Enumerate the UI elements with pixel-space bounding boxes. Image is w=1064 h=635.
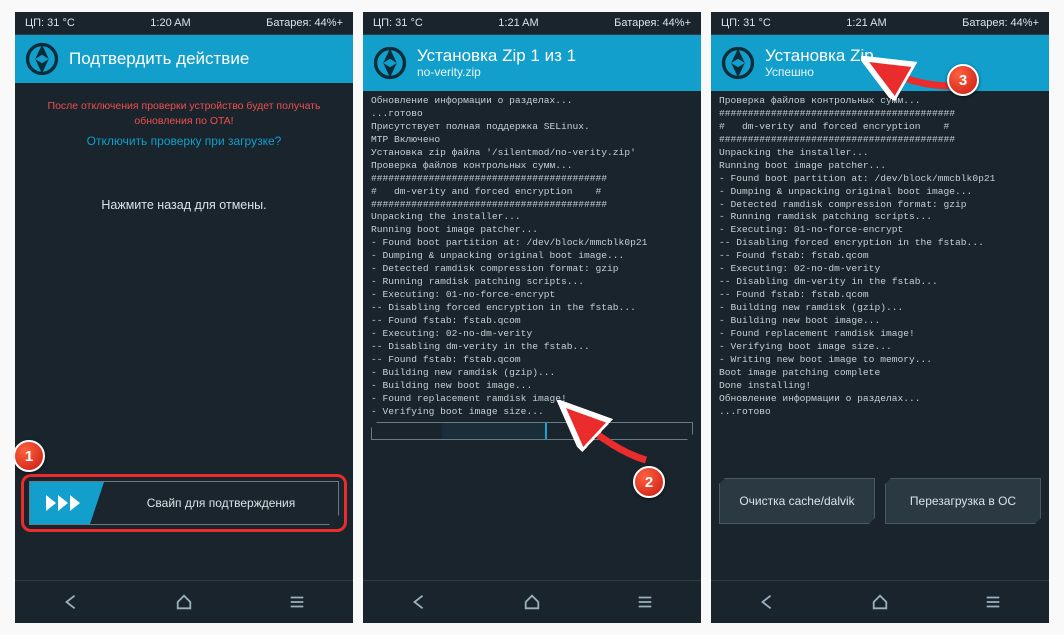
header-subtitle: Успешно: [765, 66, 874, 80]
swipe-confirm-highlight: Свайп для подтверждения: [21, 474, 347, 532]
swipe-handle[interactable]: [30, 482, 104, 524]
annotation-badge-2: 2: [633, 466, 665, 498]
chevron-right-icon: [58, 495, 68, 511]
header: Установка Zip Успешно 3: [711, 35, 1049, 91]
statusbar: ЦП: 31 °C 1:20 AM Батарея: 44%+: [15, 12, 353, 35]
header: Подтвердить действие: [15, 35, 353, 83]
header-title: Установка Zip: [765, 46, 874, 66]
statusbar: ЦП: 31 °C 1:21 AM Батарея: 44%+: [711, 12, 1049, 35]
clock: 1:20 AM: [150, 17, 190, 29]
header-subtitle: no-verity.zip: [417, 66, 576, 80]
wipe-cache-button[interactable]: Очистка cache/dalvik: [719, 478, 875, 524]
content: После отключения проверки устройство буд…: [15, 83, 353, 580]
home-icon[interactable]: [871, 593, 889, 611]
swipe-confirm[interactable]: Свайп для подтверждения: [29, 481, 339, 525]
terminal-output: Обновление информации о разделах... ...г…: [371, 95, 693, 418]
annotation-arrow-2: [551, 400, 661, 470]
navbar: [363, 580, 701, 623]
chevron-right-icon: [70, 495, 80, 511]
cpu-temp: ЦП: 31 °C: [25, 17, 75, 29]
clock: 1:21 AM: [498, 17, 538, 29]
twrp-logo-icon: [721, 46, 755, 80]
question-text[interactable]: Отключить проверку при загрузке?: [23, 134, 345, 148]
menu-icon[interactable]: [984, 593, 1002, 611]
navbar: [711, 580, 1049, 623]
screen-done: ЦП: 31 °C 1:21 AM Батарея: 44%+ Установк…: [711, 12, 1049, 623]
annotation-badge-3: 3: [947, 64, 979, 96]
back-icon[interactable]: [758, 593, 776, 611]
header-title: Подтвердить действие: [69, 49, 249, 69]
cpu-temp: ЦП: 31 °C: [721, 17, 771, 29]
progress-fill: [442, 423, 546, 439]
terminal-output: Проверка файлов контрольных сумм... ####…: [719, 95, 1041, 418]
home-icon[interactable]: [175, 593, 193, 611]
annotation-arrow-3: [861, 56, 961, 106]
cpu-temp: ЦП: 31 °C: [373, 17, 423, 29]
content: Обновление информации о разделах... ...г…: [363, 91, 701, 580]
screen-installing: ЦП: 31 °C 1:21 AM Батарея: 44%+ Установк…: [363, 12, 701, 623]
swipe-label: Свайп для подтверждения: [104, 496, 338, 510]
screen-confirm: ЦП: 31 °C 1:20 AM Батарея: 44%+ Подтверд…: [15, 12, 353, 623]
warning-text: После отключения проверки устройство буд…: [23, 99, 345, 128]
header-title: Установка Zip 1 из 1: [417, 46, 576, 66]
menu-icon[interactable]: [636, 593, 654, 611]
navbar: [15, 580, 353, 623]
battery: Батарея: 44%+: [962, 17, 1039, 29]
button-row: Очистка cache/dalvik Перезагрузка в ОС: [719, 478, 1041, 524]
reboot-system-button[interactable]: Перезагрузка в ОС: [885, 478, 1041, 524]
header: Установка Zip 1 из 1 no-verity.zip: [363, 35, 701, 91]
hint-text: Нажмите назад для отмены.: [23, 198, 345, 212]
twrp-logo-icon: [25, 42, 59, 76]
menu-icon[interactable]: [288, 593, 306, 611]
clock: 1:21 AM: [846, 17, 886, 29]
statusbar: ЦП: 31 °C 1:21 AM Батарея: 44%+: [363, 12, 701, 35]
twrp-logo-icon: [373, 46, 407, 80]
battery: Батарея: 44%+: [266, 17, 343, 29]
back-icon[interactable]: [62, 593, 80, 611]
chevron-right-icon: [46, 495, 56, 511]
battery: Батарея: 44%+: [614, 17, 691, 29]
content: Проверка файлов контрольных сумм... ####…: [711, 91, 1049, 580]
annotation-badge-1: 1: [15, 440, 45, 472]
back-icon[interactable]: [410, 593, 428, 611]
home-icon[interactable]: [523, 593, 541, 611]
